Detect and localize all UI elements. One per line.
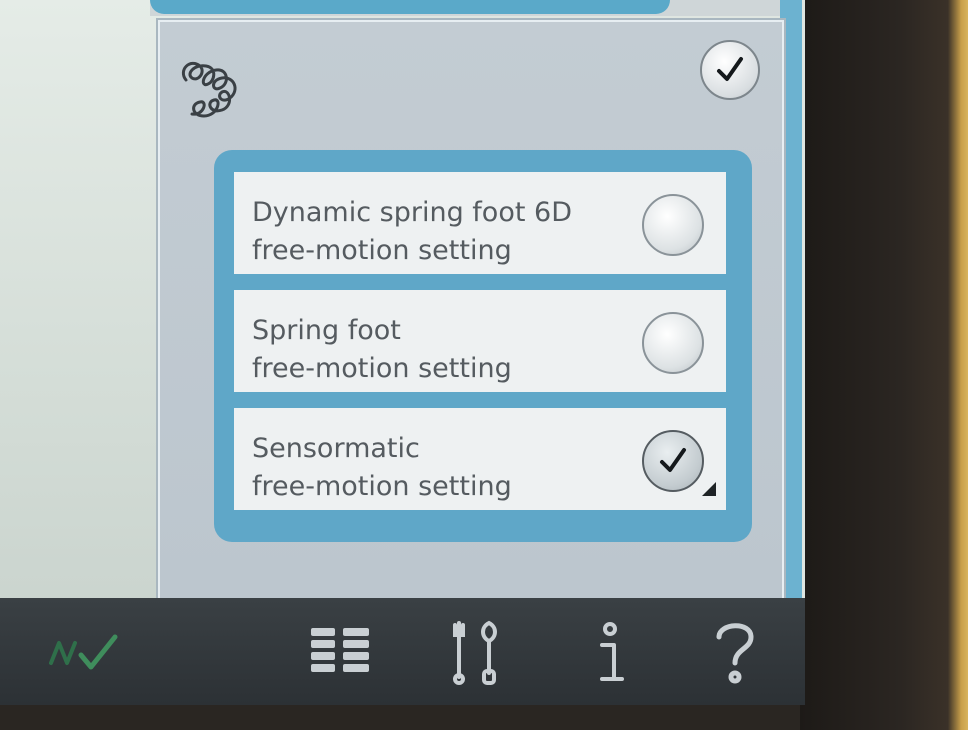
check-icon: [717, 57, 743, 81]
option-label-line1: Spring foot: [252, 315, 401, 346]
help-icon[interactable]: [700, 612, 770, 692]
options-panel: Dynamic spring foot 6D free-motion setti…: [214, 150, 752, 542]
option-label-line2: free-motion setting: [252, 235, 512, 266]
radio-button[interactable]: [642, 194, 704, 256]
screen-bezel: [800, 0, 968, 730]
option-label: Spring foot free-motion setting: [252, 312, 512, 388]
stitch-check-icon[interactable]: [40, 612, 130, 692]
option-sensormatic[interactable]: Sensormatic free-motion setting: [234, 408, 726, 510]
radio-button[interactable]: [642, 312, 704, 374]
confirm-button[interactable]: [700, 40, 760, 100]
info-icon[interactable]: [580, 612, 640, 692]
option-dynamic-spring-foot-6d[interactable]: Dynamic spring foot 6D free-motion setti…: [234, 172, 726, 274]
radio-button-selected[interactable]: [642, 430, 704, 492]
option-label-line2: free-motion setting: [252, 353, 512, 384]
touch-screen: Dynamic spring foot 6D free-motion setti…: [0, 0, 805, 705]
option-label-line1: Dynamic spring foot 6D: [252, 197, 572, 228]
bottom-toolbar: [0, 598, 805, 705]
option-label-line1: Sensormatic: [252, 433, 420, 464]
option-spring-foot[interactable]: Spring foot free-motion setting: [234, 290, 726, 392]
option-label-line2: free-motion setting: [252, 471, 512, 502]
top-bar: [150, 0, 670, 14]
option-label: Dynamic spring foot 6D free-motion setti…: [252, 194, 572, 270]
free-motion-dialog: Dynamic spring foot 6D free-motion setti…: [158, 20, 784, 604]
more-options-indicator[interactable]: [702, 482, 716, 496]
menu-grid-icon[interactable]: [300, 612, 380, 692]
option-label: Sensormatic free-motion setting: [252, 430, 512, 506]
check-icon: [660, 448, 686, 472]
tools-icon[interactable]: [440, 612, 510, 692]
free-motion-icon: [172, 50, 250, 128]
